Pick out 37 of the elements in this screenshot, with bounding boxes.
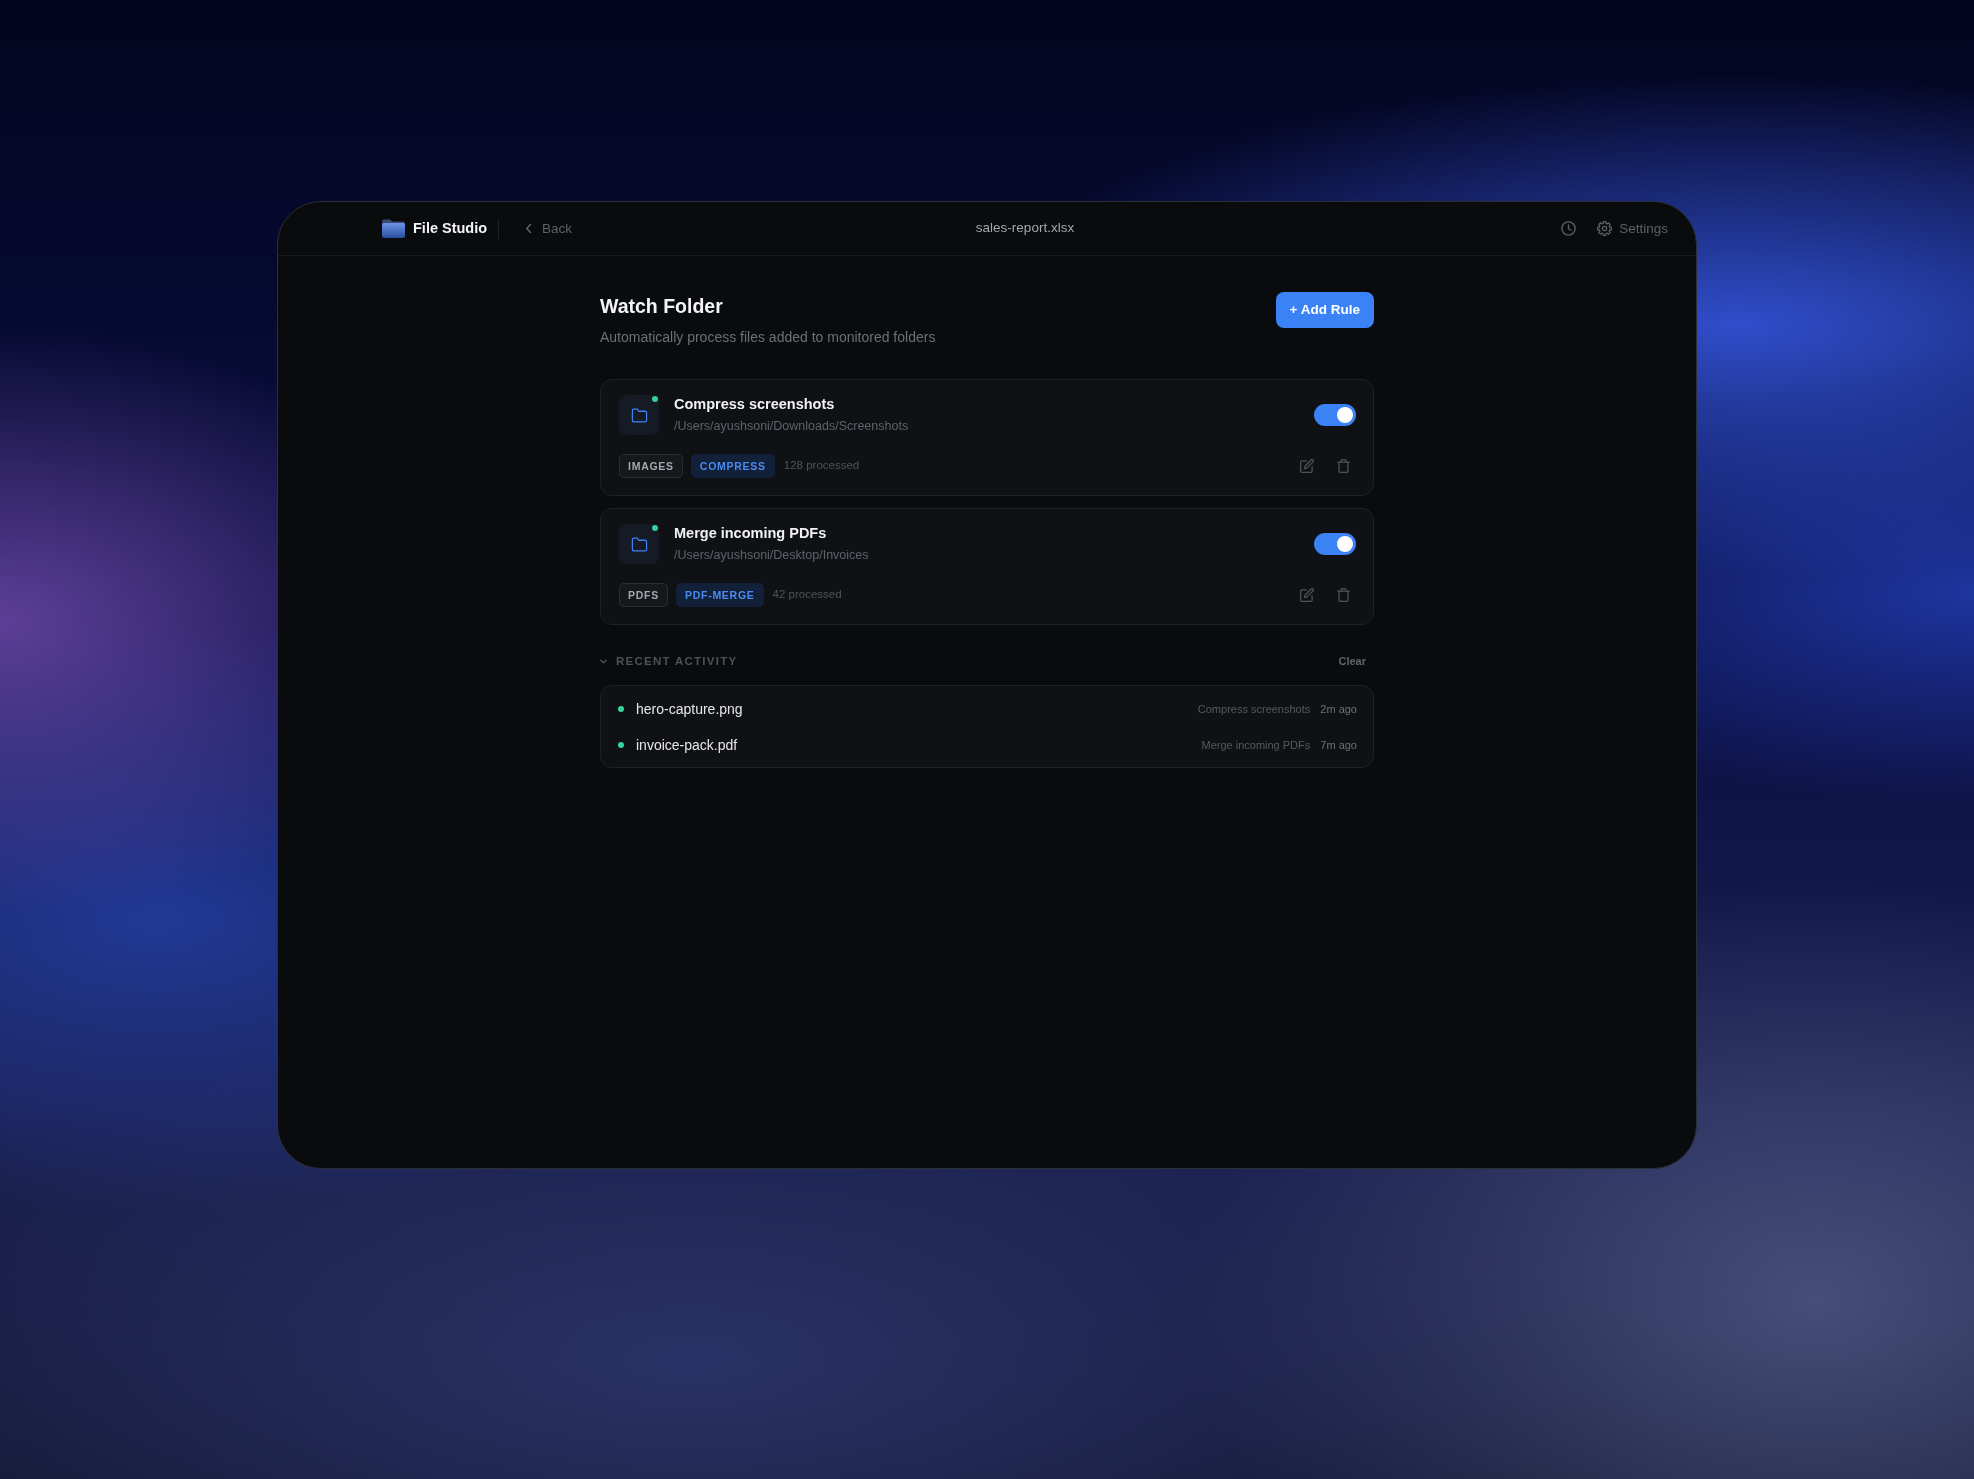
folder-path: /Users/ayushsoni/Downloads/Screenshots	[674, 418, 910, 435]
settings-icon	[1597, 221, 1613, 236]
pencil-icon[interactable]	[1300, 588, 1314, 602]
folder-icon	[619, 395, 659, 435]
tag: COMPRESS	[690, 454, 775, 478]
rule-name: Merge incoming PDFs	[1201, 737, 1311, 753]
rule-name: Compress screenshots	[674, 395, 836, 413]
chevron-left-icon	[525, 223, 534, 234]
clock-icon[interactable]	[1561, 221, 1577, 236]
window-title: sales-report.xlsx	[975, 219, 1075, 238]
processed-count: 128 processed	[783, 458, 860, 474]
rule-name: Compress screenshots	[1197, 701, 1311, 717]
clear-button[interactable]: Clear	[1338, 653, 1366, 669]
page-subtitle: Automatically process files added to monitored folders	[600, 328, 936, 346]
app-name: File Studio	[413, 218, 488, 238]
trash-icon[interactable]	[1337, 459, 1350, 473]
trash-icon[interactable]	[1337, 588, 1350, 602]
processed-count: 42 processed	[772, 587, 842, 603]
tag: IMAGES	[619, 454, 683, 478]
rule-name: Merge incoming PDFs	[674, 524, 828, 542]
time-ago: 7m ago	[1320, 737, 1357, 753]
pencil-icon[interactable]	[1300, 459, 1314, 473]
toggle-switch[interactable]	[1314, 533, 1356, 555]
folder-icon	[619, 524, 659, 564]
time-ago: 2m ago	[1320, 701, 1357, 717]
file-name: invoice-pack.pdf	[636, 736, 738, 755]
folder-path: /Users/ayushsoni/Desktop/Invoices	[674, 547, 870, 564]
tag: PDF-MERGE	[675, 583, 764, 607]
file-name: hero-capture.png	[636, 700, 743, 719]
page-title: Watch Folder	[600, 294, 724, 319]
toggle-switch[interactable]	[1314, 404, 1356, 426]
tag: PDFS	[619, 583, 668, 607]
add-rule-button[interactable]: + Add Rule	[1275, 292, 1374, 328]
recent-activity-toggle[interactable]: RECENT ACTIVITY	[599, 653, 738, 669]
back-button[interactable]: Back	[525, 217, 573, 240]
folder-icon	[382, 219, 405, 238]
settings-button[interactable]: Settings	[1597, 217, 1668, 240]
